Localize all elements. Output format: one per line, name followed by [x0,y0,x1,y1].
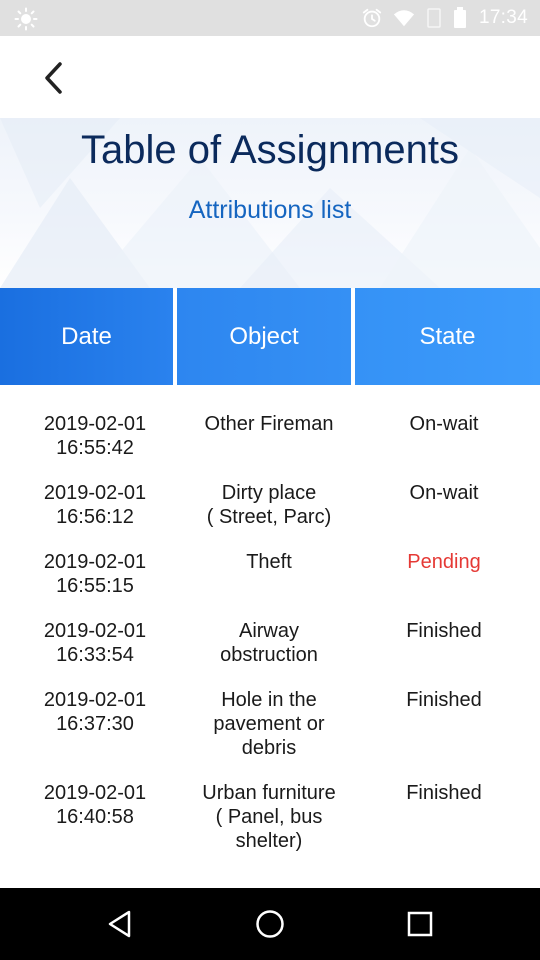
date-value: 2019-02-01 [43,782,147,804]
cell-state: Finished [406,620,482,642]
wifi-icon [393,10,415,27]
object-line: Hole in the [221,689,317,711]
table-row[interactable]: 2019-02-01 16:55:42 Other Fireman On-wai… [0,385,540,459]
sun-icon [14,7,38,31]
cell-object: Other Fireman [180,412,358,436]
column-header-object[interactable]: Object [177,288,351,385]
cell-object: Theft [180,550,358,574]
battery-icon [453,7,466,28]
object-line: Dirty place [221,482,317,504]
date-value: 2019-02-01 [43,413,147,435]
column-header-date[interactable]: Date [0,288,173,385]
cell-state: Finished [406,689,482,711]
cell-object: Dirty place ( Street, Parc) [180,481,358,529]
status-time: 17:34 [478,7,528,28]
date-value: 2019-02-01 [43,551,147,573]
table-row[interactable]: 2019-02-01 16:55:15 Theft Pending [0,523,540,597]
object-line: pavement or [213,713,325,735]
object-line: Urban furniture [202,782,336,804]
signal-icon [427,8,441,28]
cell-date: 2019-02-01 16:33:54 [0,619,190,667]
status-icons: 17:34 [361,0,528,36]
object-line: Airway [238,620,299,642]
table-body: 2019-02-01 16:55:42 Other Fireman On-wai… [0,385,540,888]
nav-back-button[interactable] [102,906,138,942]
page-subtitle: Attributions list [188,196,352,224]
page-title: Table of Assignments [81,128,459,172]
table-row[interactable]: 2019-02-01 16:33:54 Airway obstruction F… [0,592,540,666]
table-header: Date Object State [0,288,540,385]
home-circle-icon [256,910,284,938]
app-bar [0,36,540,118]
date-value: 2019-02-01 [43,482,147,504]
nav-home-button[interactable] [252,906,288,942]
back-triangle-icon [108,910,131,938]
cell-state: On-wait [409,482,479,504]
cell-date: 2019-02-01 16:56:12 [0,481,190,529]
date-value: 2019-02-01 [43,689,147,711]
date-value: 2019-02-01 [43,620,147,642]
column-header-state[interactable]: State [355,288,540,385]
back-button[interactable] [30,54,78,102]
object-line: Theft [246,551,292,573]
cell-date: 2019-02-01 16:55:42 [0,412,190,460]
time-value: 16:37:30 [56,713,134,735]
cell-object: Urban furniture ( Panel, bus shelter) [180,781,358,853]
table-row[interactable]: 2019-02-01 16:40:58 Urban furniture ( Pa… [0,754,540,854]
navigation-bar [0,888,540,960]
recent-square-icon [407,911,433,937]
cell-object: Airway obstruction [180,619,358,667]
cell-object: Hole in the pavement or debris [180,688,358,760]
object-line: Other Fireman [204,413,334,435]
object-line: ( Panel, bus [215,806,323,828]
chevron-left-icon [45,62,62,94]
alarm-icon [362,8,382,28]
cell-state: Finished [406,782,482,804]
cell-date: 2019-02-01 16:55:15 [0,550,190,598]
cell-date: 2019-02-01 16:40:58 [0,781,190,829]
table-row[interactable]: 2019-02-01 16:37:30 Hole in the pavement… [0,661,540,759]
cell-date: 2019-02-01 16:37:30 [0,688,190,736]
object-line: shelter) [235,830,303,852]
cell-state: On-wait [409,413,479,435]
cell-state-pending: Pending [407,551,481,573]
nav-recent-button[interactable] [402,906,438,942]
table-row[interactable]: 2019-02-01 16:56:12 Dirty place ( Street… [0,454,540,528]
status-bar: 17:34 [0,0,540,36]
page-header: Table of Assignments Attributions list [0,118,540,288]
time-value: 16:40:58 [56,806,134,828]
